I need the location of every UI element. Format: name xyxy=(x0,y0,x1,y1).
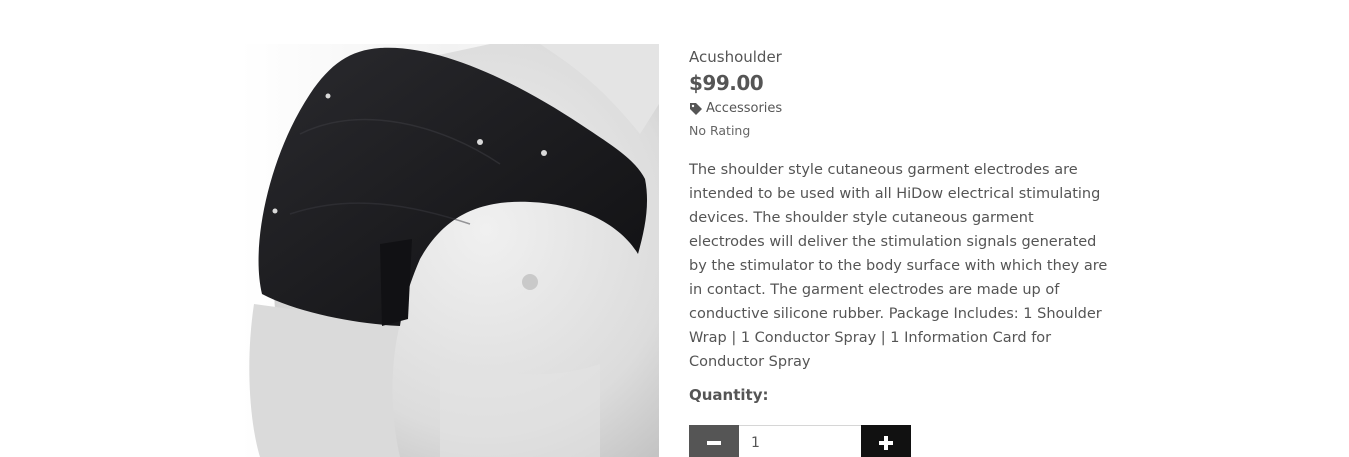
minus-icon xyxy=(707,441,721,445)
increase-quantity-button[interactable] xyxy=(861,425,911,457)
plus-icon xyxy=(879,436,893,450)
quantity-stepper xyxy=(689,425,911,457)
quantity-input[interactable] xyxy=(739,425,861,457)
product-category[interactable]: Accessories xyxy=(689,99,1119,119)
quantity-label: Quantity: xyxy=(689,386,769,404)
product-rating: No Rating xyxy=(689,123,751,138)
decrease-quantity-button[interactable] xyxy=(689,425,739,457)
product-price: $99.00 xyxy=(689,71,764,95)
product-page: Acushoulder $99.00 Accessories No Rating… xyxy=(0,0,1349,457)
product-image[interactable] xyxy=(240,44,659,457)
category-link[interactable]: Accessories xyxy=(706,99,782,119)
product-description: The shoulder style cutaneous garment ele… xyxy=(689,162,1108,370)
tag-icon xyxy=(689,102,703,116)
product-name: Acushoulder xyxy=(689,48,782,66)
shoulder-wrap-photo xyxy=(240,44,659,457)
product-info: Acushoulder $99.00 Accessories No Rating… xyxy=(689,44,1119,457)
